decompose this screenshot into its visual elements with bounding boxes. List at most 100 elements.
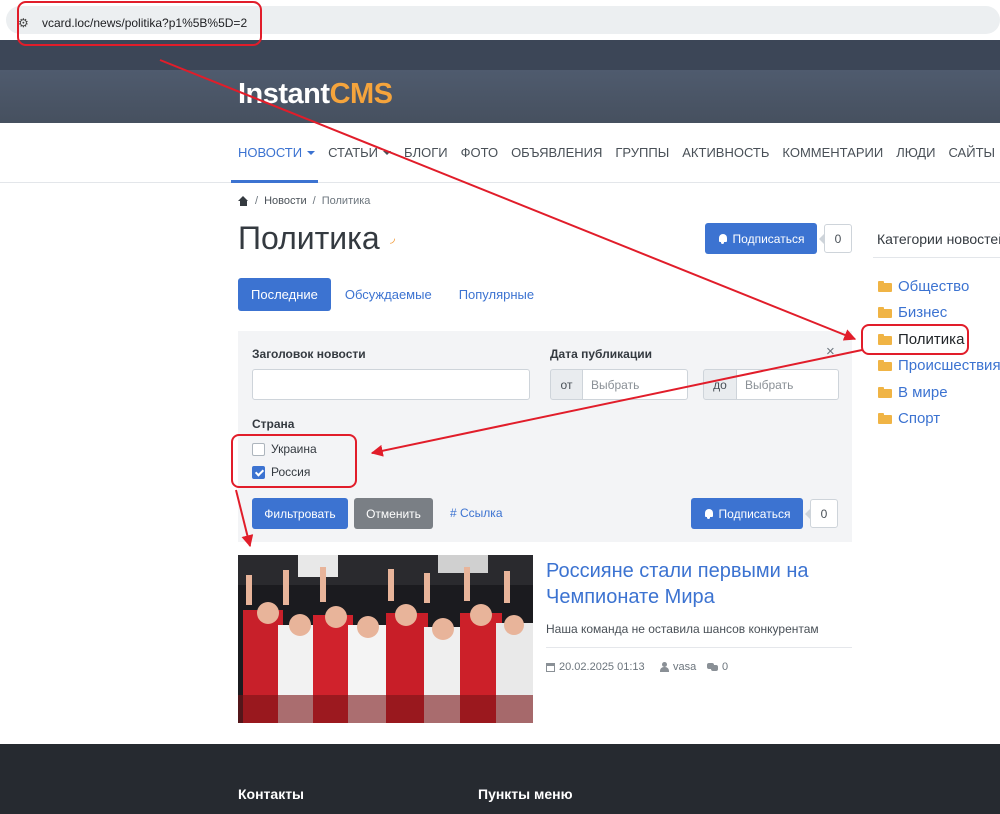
sidebar-category-label: Происшествия <box>898 357 1000 374</box>
url-field[interactable]: ⚙ vcard.loc/news/politika?p1%5B%5D=2 <box>6 6 1000 34</box>
folder-icon <box>878 334 892 345</box>
breadcrumb-news[interactable]: Новости <box>264 195 307 207</box>
breadcrumb-separator: / <box>255 195 259 207</box>
bell-icon <box>704 508 714 519</box>
nav-item-9[interactable]: САЙТЫ <box>948 145 1000 160</box>
nav-item-0[interactable]: НОВОСТИ <box>238 145 316 160</box>
date-to-input[interactable]: Выбрать <box>737 369 839 400</box>
article-image[interactable] <box>238 555 533 723</box>
subscribers-count-top: 0 <box>819 224 852 253</box>
footer-contacts-heading: Контакты <box>238 786 305 802</box>
footer-menu-heading: Пункты меню <box>478 786 573 802</box>
date-from-input[interactable]: Выбрать <box>583 369 688 400</box>
folder-icon <box>878 387 892 398</box>
site-logo[interactable]: InstantCMS <box>238 78 393 111</box>
subscribe-button-filter[interactable]: Подписаться <box>691 498 803 529</box>
nav-item-label: ФОТО <box>460 145 499 160</box>
sidebar-category-label: Спорт <box>898 410 941 427</box>
nav-item-2[interactable]: БЛОГИ <box>404 145 448 160</box>
footer <box>0 744 1000 814</box>
nav-item-5[interactable]: ГРУППЫ <box>615 145 669 160</box>
article-comments-count: 0 <box>722 661 729 673</box>
url-text[interactable]: vcard.loc/news/politika?p1%5B%5D=2 <box>42 16 247 30</box>
country-checkbox-russia[interactable]: Россия <box>252 465 310 479</box>
checkbox-russia-label: Россия <box>271 465 311 479</box>
site-info-icon[interactable]: ⚙ <box>18 16 29 30</box>
folder-icon <box>878 413 892 424</box>
nav-item-label: НОВОСТИ <box>238 145 303 160</box>
article-date: 20.02.2025 01:13 <box>546 661 645 673</box>
sidebar-divider <box>873 257 1000 258</box>
checkbox-ukraine-label: Украина <box>271 442 317 456</box>
header-top-bar <box>0 40 1000 70</box>
main-nav-items: НОВОСТИ СТАТЬИ БЛОГИ ФОТО ОБЪЯВЛЕНИЯ ГРУППЫ АК… <box>238 145 1000 160</box>
subscribe-label: Подписаться <box>732 231 805 246</box>
tab-popular[interactable]: Популярные <box>446 278 547 311</box>
folder-icon <box>878 281 892 292</box>
tab-latest[interactable]: Последние <box>238 278 331 311</box>
title-filter-label: Заголовок новости <box>252 347 366 361</box>
checkbox-ukraine[interactable] <box>252 442 265 456</box>
sidebar-category-label: В мире <box>898 384 948 401</box>
breadcrumb-current: Политика <box>321 195 371 207</box>
date-filter-label: Дата публикации <box>550 347 652 361</box>
folder-icon <box>878 307 892 318</box>
page-title: Политика <box>238 220 380 256</box>
subscribe-button-top[interactable]: Подписаться <box>705 223 817 254</box>
nav-item-3[interactable]: ФОТО <box>461 145 498 160</box>
nav-item-6[interactable]: АКТИВНОСТЬ <box>682 145 769 160</box>
tab-discussed[interactable]: Обсуждаемые <box>332 278 445 311</box>
subscribe-label: Подписаться <box>718 506 791 521</box>
nav-item-label: БЛОГИ <box>404 145 448 160</box>
article-divider <box>546 647 852 648</box>
rss-icon[interactable]: ◞ <box>390 230 395 246</box>
sidebar-category-5[interactable]: Спорт <box>878 410 940 427</box>
nav-item-label: СТАТЬИ <box>328 145 379 160</box>
home-icon[interactable] <box>238 196 249 206</box>
nav-item-8[interactable]: ЛЮДИ <box>896 145 935 160</box>
cancel-filter-button[interactable]: Отменить <box>354 498 433 529</box>
sidebar-category-1[interactable]: Бизнес <box>878 304 947 321</box>
caret-down-icon <box>383 151 392 155</box>
calendar-icon <box>546 662 555 672</box>
breadcrumb-separator: / <box>312 195 316 207</box>
nav-active-underline <box>231 180 318 183</box>
article-date-text: 20.02.2025 01:13 <box>559 661 645 673</box>
nav-item-1[interactable]: СТАТЬИ <box>328 145 392 160</box>
sidebar-category-0[interactable]: Общество <box>878 278 969 295</box>
nav-item-label: ГРУППЫ <box>615 145 670 160</box>
article-author[interactable]: vasa <box>660 661 696 673</box>
nav-item-label: САЙТЫ <box>948 145 996 160</box>
date-to-prefix: до <box>703 369 737 400</box>
comments-icon <box>707 663 718 671</box>
bell-icon <box>718 233 728 244</box>
article-author-text[interactable]: vasa <box>673 661 696 673</box>
sidebar-category-2[interactable]: Политика <box>878 331 964 348</box>
filter-button[interactable]: Фильтровать <box>252 498 348 529</box>
subscribers-count-filter: 0 <box>805 499 838 528</box>
nav-item-label: КОММЕНТАРИИ <box>782 145 884 160</box>
sidebar-category-label: Бизнес <box>898 304 948 321</box>
sidebar-title: Категории новостей <box>877 231 1000 247</box>
article-title[interactable]: Россияне стали первыми на Чемпионате Мир… <box>546 558 851 610</box>
sidebar-category-3[interactable]: Происшествия <box>878 357 1000 374</box>
title-filter-input[interactable] <box>252 369 530 400</box>
nav-item-4[interactable]: ОБЪЯВЛЕНИЯ <box>511 145 602 160</box>
close-filter-icon[interactable]: × <box>826 343 835 360</box>
nav-item-label: ЛЮДИ <box>896 145 936 160</box>
athletes-photo <box>238 555 533 723</box>
sidebar-category-4[interactable]: В мире <box>878 384 948 401</box>
folder-icon <box>878 360 892 371</box>
header-logo-band <box>0 70 1000 123</box>
sort-tabs: Последние Обсуждаемые Популярные <box>238 278 548 311</box>
article-comments[interactable]: 0 <box>707 661 728 673</box>
checkbox-russia[interactable] <box>252 465 265 479</box>
main-nav: НОВОСТИ СТАТЬИ БЛОГИ ФОТО ОБЪЯВЛЕНИЯ ГРУППЫ АК… <box>0 123 1000 183</box>
nav-item-7[interactable]: КОММЕНТАРИИ <box>782 145 883 160</box>
country-checkbox-ukraine[interactable]: Украина <box>252 442 317 456</box>
country-filter-label: Страна <box>252 417 295 431</box>
article-description: Наша команда не оставила шансов конкурен… <box>546 622 819 636</box>
filter-link[interactable]: # Ссылка <box>450 506 503 520</box>
breadcrumb: / Новости / Политика <box>238 195 370 207</box>
sidebar-category-label: Общество <box>898 278 970 295</box>
